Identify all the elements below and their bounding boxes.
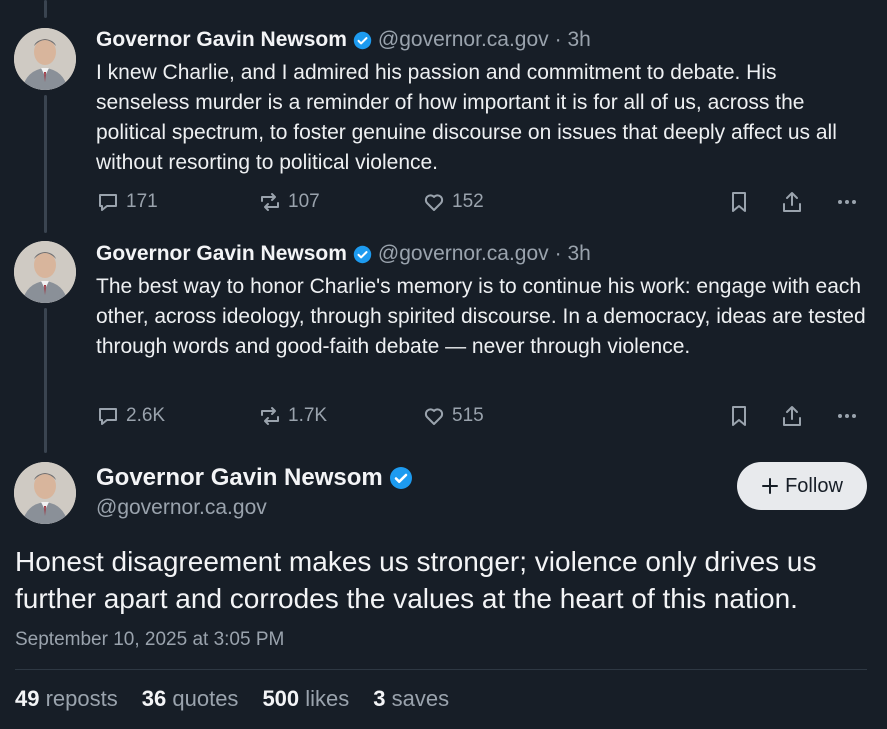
reply-button[interactable]: 2.6K [96,404,165,428]
verified-badge-icon [353,245,372,263]
avatar[interactable] [14,28,76,90]
reply-icon [99,194,117,211]
reply-count: 2.6K [126,405,166,426]
share-icon[interactable] [780,404,804,428]
author-handle[interactable]: @governor.ca.gov [96,496,413,520]
follow-label: Follow [785,474,843,497]
quotes-label: quotes [172,686,239,711]
quotes-count: 36 [141,686,167,711]
reply-count: 171 [126,191,158,212]
more-icon[interactable] [835,404,859,428]
saves-stat[interactable]: 3 saves [373,686,449,712]
author-name[interactable]: Governor Gavin Newsom [96,26,347,54]
likes-count: 500 [262,686,300,711]
reposts-count: 49 [15,686,40,711]
avatar[interactable] [14,241,76,303]
heart-icon [424,194,444,211]
like-count: 515 [452,405,484,426]
bookmark-icon[interactable] [727,404,751,428]
saves-label: saves [391,686,450,711]
thread-tweet-1[interactable]: Governor Gavin Newsom @governor.ca.gov ·… [96,26,867,212]
saves-count: 3 [373,686,386,711]
repost-button[interactable]: 1.7K [258,404,327,428]
verified-badge-icon [389,467,412,489]
tweet-actions: 2.6K 1.7K 515 [96,404,867,434]
author-handle[interactable]: @governor.ca.gov [378,240,549,268]
repost-button[interactable]: 107 [258,190,320,214]
repost-count: 107 [288,191,320,212]
plus-icon [762,478,779,494]
repost-icon [261,193,279,211]
heart-icon [424,408,444,425]
likes-stat[interactable]: 500 likes [262,686,349,712]
tweet-time[interactable]: · 3h [555,26,591,54]
quotes-stat[interactable]: 36 quotes [142,686,239,712]
avatar[interactable] [14,462,76,524]
author-handle[interactable]: @governor.ca.gov [378,26,549,54]
tweet-time[interactable]: · 3h [555,240,591,268]
main-tweet-text: Honest disagreement makes us stronger; v… [15,546,817,614]
thread-line-2 [44,308,47,453]
tweet-text: The best way to honor Charlie's memory i… [96,275,866,358]
follow-button[interactable]: Follow [737,462,867,510]
tweet-text: I knew Charlie, and I admired his passio… [96,61,837,174]
like-button[interactable]: 152 [422,190,484,214]
bookmark-icon[interactable] [727,190,751,214]
main-tweet-author: Governor Gavin Newsom @governor.ca.gov [96,464,413,520]
reposts-stat[interactable]: 49 reposts [15,686,118,712]
repost-icon [261,407,279,425]
reply-icon [99,408,117,425]
author-name[interactable]: Governor Gavin Newsom [96,464,383,492]
tweet-actions: 171 107 152 [96,190,867,220]
author-name[interactable]: Governor Gavin Newsom [96,240,347,268]
thread-tweet-2[interactable]: Governor Gavin Newsom @governor.ca.gov ·… [96,240,867,426]
like-button[interactable]: 515 [422,404,484,428]
tweet-stats: 49 reposts 36 quotes 500 likes 3 saves [15,686,449,712]
reply-button[interactable]: 171 [96,190,158,214]
thread-line-top [44,0,47,18]
divider [15,669,867,670]
verified-badge-icon [353,31,372,49]
tweet-timestamp[interactable]: September 10, 2025 at 3:05 PM [15,629,284,651]
more-icon[interactable] [835,190,859,214]
share-icon[interactable] [780,190,804,214]
repost-count: 1.7K [288,405,328,426]
reposts-label: reposts [45,686,118,711]
tweet-header: Governor Gavin Newsom @governor.ca.gov ·… [96,240,867,268]
likes-label: likes [305,686,350,711]
thread-line-1 [44,95,47,233]
tweet-header: Governor Gavin Newsom @governor.ca.gov ·… [96,26,867,54]
like-count: 152 [452,191,484,212]
